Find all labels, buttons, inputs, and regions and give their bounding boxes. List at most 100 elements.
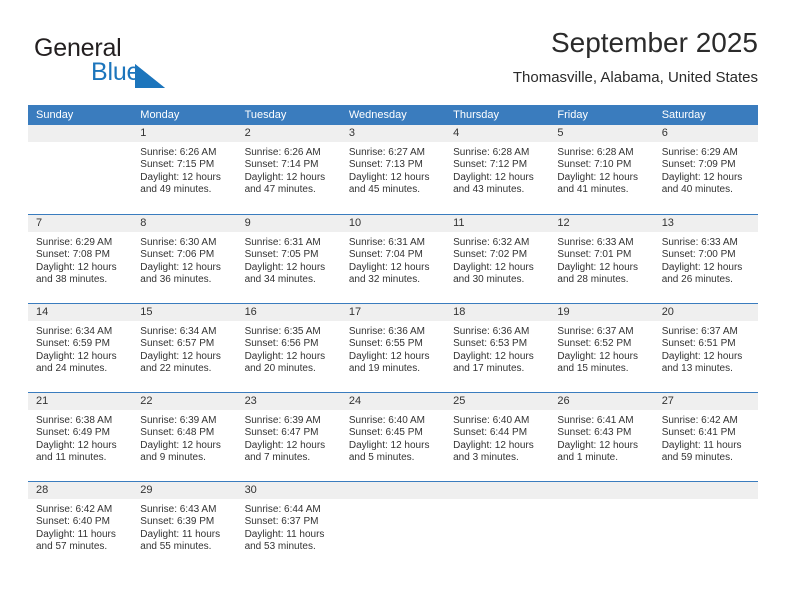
calendar-day-cell[interactable]: 2 Sunrise: 6:26 AM Sunset: 7:14 PM Daylight… bbox=[236, 125, 341, 214]
day-detail-line: Sunrise: 6:31 AM bbox=[348, 237, 425, 248]
day-details: Sunrise: 6:41 AM Sunset: 6:43 PM Daylight:… bbox=[549, 410, 653, 465]
day-number: 28 bbox=[28, 482, 133, 499]
day-detail-line: Sunrise: 6:36 AM bbox=[453, 326, 530, 337]
calendar-day-cell[interactable]: 20 Sunrise: 6:37 AM Sunset: 6:51 PM Dayligh… bbox=[653, 304, 758, 392]
calendar-day-cell[interactable]: 15 Sunrise: 6:34 AM Sunset: 6:57 PM Dayligh… bbox=[132, 304, 237, 392]
brand-logo[interactable]: General Blue bbox=[34, 26, 284, 88]
day-detail-line: Sunrise: 6:40 AM bbox=[453, 415, 530, 426]
calendar-day-cell[interactable]: 13 Sunrise: 6:33 AM Sunset: 7:00 PM Dayligh… bbox=[653, 215, 758, 303]
day-detail-line: and 22 minutes. bbox=[140, 363, 212, 375]
calendar-day-cell[interactable]: 12 Sunrise: 6:33 AM Sunset: 7:01 PM Dayligh… bbox=[549, 215, 654, 303]
day-detail-line: Sunset: 7:09 PM bbox=[661, 159, 736, 171]
day-detail-line: and 49 minutes. bbox=[140, 184, 212, 196]
day-number bbox=[28, 125, 133, 142]
day-detail-line: Sunrise: 6:42 AM bbox=[661, 415, 738, 426]
calendar-day-cell[interactable]: 8 Sunrise: 6:30 AM Sunset: 7:06 PM Daylight… bbox=[132, 215, 237, 303]
day-detail-line: Sunrise: 6:39 AM bbox=[244, 415, 321, 426]
day-details: Sunrise: 6:36 AM Sunset: 6:53 PM Daylight:… bbox=[445, 321, 549, 376]
day-detail-line: Daylight: 12 hours bbox=[140, 261, 221, 273]
day-detail-line: Sunrise: 6:33 AM bbox=[557, 237, 634, 248]
day-number: 21 bbox=[28, 393, 133, 410]
calendar-day-cell[interactable]: 19 Sunrise: 6:37 AM Sunset: 6:52 PM Dayligh… bbox=[549, 304, 654, 392]
day-details: Sunrise: 6:32 AM Sunset: 7:02 PM Daylight:… bbox=[445, 232, 549, 287]
day-detail-line: Sunset: 6:44 PM bbox=[453, 427, 528, 439]
day-detail-line: Sunset: 7:14 PM bbox=[244, 159, 319, 171]
calendar-day-cell[interactable]: 25 Sunrise: 6:40 AM Sunset: 6:44 PM Dayligh… bbox=[445, 393, 550, 481]
day-detail-line: Sunset: 7:15 PM bbox=[140, 159, 215, 171]
day-detail-line: and 26 minutes. bbox=[661, 274, 733, 286]
day-detail-line: Sunset: 6:45 PM bbox=[348, 427, 423, 439]
calendar-day-cell[interactable]: 27 Sunrise: 6:42 AM Sunset: 6:41 PM Dayligh… bbox=[653, 393, 758, 481]
day-detail-line: Daylight: 12 hours bbox=[557, 350, 639, 362]
calendar-week-row: 28 Sunrise: 6:42 AM Sunset: 6:40 PM Dayligh… bbox=[28, 481, 758, 570]
calendar-day-cell[interactable]: 21 Sunrise: 6:38 AM Sunset: 6:49 PM Dayligh… bbox=[28, 393, 133, 481]
calendar-day-cell[interactable]: 9 Sunrise: 6:31 AM Sunset: 7:05 PM Daylight… bbox=[236, 215, 341, 303]
day-number: 26 bbox=[549, 393, 654, 410]
calendar-day-cell[interactable]: 10 Sunrise: 6:31 AM Sunset: 7:04 PM Dayligh… bbox=[340, 215, 446, 303]
day-number: 15 bbox=[132, 304, 237, 321]
day-detail-line: Sunset: 6:47 PM bbox=[244, 427, 319, 439]
calendar-day-cell[interactable]: 29 Sunrise: 6:43 AM Sunset: 6:39 PM Dayligh… bbox=[132, 482, 237, 570]
day-detail-line: Daylight: 12 hours bbox=[557, 439, 639, 451]
calendar-day-cell[interactable]: 5 Sunrise: 6:28 AM Sunset: 7:10 PM Daylight… bbox=[549, 125, 654, 214]
day-detail-line: Sunrise: 6:38 AM bbox=[36, 415, 113, 426]
weekday-header-monday: Monday bbox=[140, 109, 180, 121]
calendar-day-cell[interactable]: 11 Sunrise: 6:32 AM Sunset: 7:02 PM Dayligh… bbox=[445, 215, 550, 303]
day-detail-line: and 24 minutes. bbox=[36, 363, 108, 375]
day-details bbox=[445, 499, 549, 504]
day-detail-line: Sunrise: 6:39 AM bbox=[140, 415, 217, 426]
day-detail-line: and 34 minutes. bbox=[244, 274, 316, 286]
day-number bbox=[340, 482, 446, 499]
calendar-day-cell[interactable]: 14 Sunrise: 6:34 AM Sunset: 6:59 PM Dayligh… bbox=[28, 304, 133, 392]
day-details bbox=[28, 142, 132, 147]
day-detail-line: Daylight: 12 hours bbox=[140, 350, 221, 362]
calendar-day-cell[interactable]: 23 Sunrise: 6:39 AM Sunset: 6:47 PM Dayligh… bbox=[236, 393, 341, 481]
calendar-day-cell[interactable]: 17 Sunrise: 6:36 AM Sunset: 6:55 PM Dayligh… bbox=[340, 304, 446, 392]
day-detail-line: and 47 minutes. bbox=[244, 184, 316, 196]
day-detail-line: Sunset: 7:02 PM bbox=[453, 249, 528, 261]
day-detail-line: Sunrise: 6:33 AM bbox=[661, 237, 738, 248]
calendar-cell-empty bbox=[653, 482, 758, 570]
weekday-header-wednesday: Wednesday bbox=[348, 109, 407, 121]
day-detail-line: Sunset: 7:00 PM bbox=[661, 249, 736, 261]
calendar-day-cell[interactable]: 7 Sunrise: 6:29 AM Sunset: 7:08 PM Daylight… bbox=[28, 215, 133, 303]
day-detail-line: Sunrise: 6:34 AM bbox=[140, 326, 217, 337]
calendar-day-cell[interactable]: 22 Sunrise: 6:39 AM Sunset: 6:48 PM Dayligh… bbox=[132, 393, 237, 481]
day-detail-line: Sunset: 6:51 PM bbox=[661, 338, 736, 350]
day-detail-line: Sunset: 6:48 PM bbox=[140, 427, 215, 439]
calendar-day-cell[interactable]: 6 Sunrise: 6:29 AM Sunset: 7:09 PM Daylight… bbox=[653, 125, 758, 214]
day-details: Sunrise: 6:42 AM Sunset: 6:40 PM Daylight:… bbox=[28, 499, 132, 554]
day-detail-line: and 59 minutes. bbox=[661, 452, 733, 464]
day-number: 24 bbox=[340, 393, 446, 410]
calendar-day-cell[interactable]: 3 Sunrise: 6:27 AM Sunset: 7:13 PM Daylight… bbox=[340, 125, 446, 214]
day-details: Sunrise: 6:43 AM Sunset: 6:39 PM Daylight:… bbox=[132, 499, 236, 554]
calendar-day-cell[interactable]: 24 Sunrise: 6:40 AM Sunset: 6:45 PM Dayligh… bbox=[340, 393, 446, 481]
day-number: 20 bbox=[653, 304, 758, 321]
day-detail-line: Sunset: 6:56 PM bbox=[244, 338, 319, 350]
day-detail-line: and 17 minutes. bbox=[453, 363, 525, 375]
day-details: Sunrise: 6:31 AM Sunset: 7:05 PM Daylight:… bbox=[237, 232, 341, 287]
day-details: Sunrise: 6:42 AM Sunset: 6:41 PM Daylight:… bbox=[654, 410, 758, 465]
page-title: September 2025 bbox=[550, 27, 758, 58]
day-detail-line: Sunset: 6:49 PM bbox=[36, 427, 110, 439]
calendar-cell-empty bbox=[340, 482, 446, 570]
day-details: Sunrise: 6:30 AM Sunset: 7:06 PM Daylight:… bbox=[132, 232, 236, 287]
calendar-day-cell[interactable]: 28 Sunrise: 6:42 AM Sunset: 6:40 PM Dayligh… bbox=[28, 482, 133, 570]
day-detail-line: Sunrise: 6:37 AM bbox=[661, 326, 738, 337]
day-detail-line: and 43 minutes. bbox=[453, 184, 525, 196]
calendar-day-cell[interactable]: 30 Sunrise: 6:44 AM Sunset: 6:37 PM Dayligh… bbox=[236, 482, 341, 570]
day-details: Sunrise: 6:35 AM Sunset: 6:56 PM Daylight:… bbox=[237, 321, 341, 376]
calendar-day-cell[interactable]: 18 Sunrise: 6:36 AM Sunset: 6:53 PM Dayligh… bbox=[445, 304, 550, 392]
calendar-day-cell[interactable]: 26 Sunrise: 6:41 AM Sunset: 6:43 PM Dayligh… bbox=[549, 393, 654, 481]
weekday-header-sunday: Sunday bbox=[36, 109, 74, 121]
day-detail-line: Sunset: 6:57 PM bbox=[140, 338, 215, 350]
day-detail-line: Sunrise: 6:34 AM bbox=[36, 326, 113, 337]
day-number: 27 bbox=[653, 393, 758, 410]
day-detail-line: Sunrise: 6:26 AM bbox=[244, 147, 321, 158]
calendar-day-cell[interactable]: 1 Sunrise: 6:26 AM Sunset: 7:15 PM Daylight… bbox=[132, 125, 237, 214]
day-detail-line: and 36 minutes. bbox=[140, 274, 212, 286]
day-detail-line: Sunrise: 6:31 AM bbox=[244, 237, 321, 248]
calendar-day-cell[interactable]: 4 Sunrise: 6:28 AM Sunset: 7:12 PM Daylight… bbox=[445, 125, 550, 214]
calendar-day-cell[interactable]: 16 Sunrise: 6:35 AM Sunset: 6:56 PM Dayligh… bbox=[236, 304, 341, 392]
day-detail-line: Sunrise: 6:26 AM bbox=[140, 147, 217, 158]
